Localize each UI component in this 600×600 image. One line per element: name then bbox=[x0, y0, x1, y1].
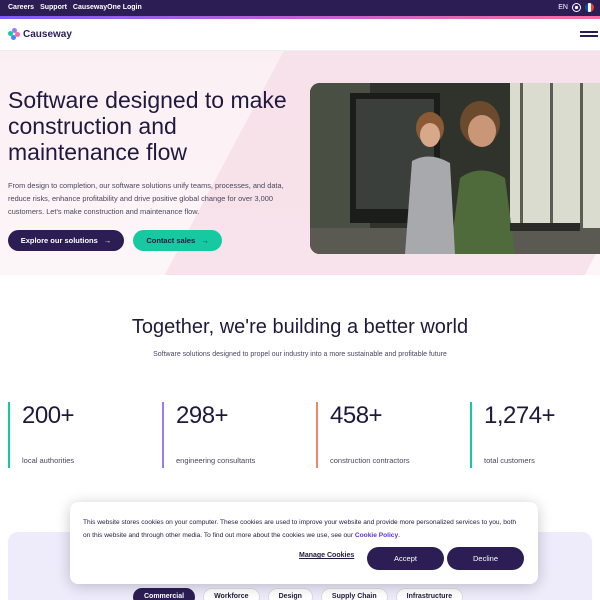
stat-label: local authorities bbox=[22, 456, 75, 465]
support-link[interactable]: Support bbox=[40, 4, 67, 11]
causewayone-login-link[interactable]: CausewayOne Login bbox=[73, 4, 142, 11]
cookie-period: . bbox=[398, 532, 400, 539]
stat-value: 200+ bbox=[22, 402, 75, 429]
contact-sales-label: Contact sales bbox=[146, 236, 196, 245]
stat-engineering-consultants: 298+ engineering consultants bbox=[162, 400, 312, 470]
stat-accent-bar bbox=[162, 402, 164, 468]
tab-workforce[interactable]: Workforce bbox=[203, 588, 260, 600]
logo-text: Causeway bbox=[23, 28, 72, 40]
main-navbar: Causeway bbox=[0, 19, 600, 51]
hero-section: Software designed to make construction a… bbox=[0, 51, 600, 275]
cookie-banner: This website stores cookies on your comp… bbox=[70, 502, 538, 584]
causeway-logo[interactable]: Causeway bbox=[8, 28, 72, 40]
cookie-text-block: This website stores cookies on your comp… bbox=[83, 516, 523, 542]
stat-label: engineering consultants bbox=[176, 456, 256, 465]
decline-cookies-button[interactable]: Decline bbox=[447, 547, 524, 570]
hamburger-menu-icon[interactable] bbox=[580, 31, 598, 39]
hero-description: From design to completion, our software … bbox=[8, 181, 284, 216]
contact-sales-button[interactable]: Contact sales → bbox=[133, 230, 222, 251]
language-code[interactable]: EN bbox=[558, 4, 568, 11]
stat-total-customers: 1,274+ total customers bbox=[470, 400, 600, 470]
stat-accent-bar bbox=[316, 402, 318, 468]
stat-value: 298+ bbox=[176, 402, 229, 429]
stat-value: 458+ bbox=[330, 402, 383, 429]
language-switcher: EN bbox=[558, 3, 594, 12]
tab-design[interactable]: Design bbox=[267, 588, 313, 600]
tab-supply-chain[interactable]: Supply Chain bbox=[320, 588, 388, 600]
arrow-right-icon: → bbox=[201, 236, 209, 245]
tab-infrastructure[interactable]: Infrastructure bbox=[395, 588, 464, 600]
causeway-logo-icon bbox=[8, 28, 20, 40]
uk-flag-icon[interactable] bbox=[572, 3, 581, 12]
accept-cookies-button[interactable]: Accept bbox=[367, 547, 444, 570]
hero-image bbox=[310, 83, 600, 254]
cookie-policy-link[interactable]: Cookie Policy bbox=[355, 532, 398, 539]
mission-subtitle: Software solutions designed to propel ou… bbox=[153, 351, 447, 358]
stat-value: 1,274+ bbox=[484, 402, 556, 429]
cookie-message: This website stores cookies on your comp… bbox=[83, 519, 517, 539]
stats-row: 200+ local authorities 298+ engineering … bbox=[8, 400, 568, 470]
explore-solutions-label: Explore our solutions bbox=[20, 236, 98, 245]
france-flag-icon[interactable] bbox=[585, 3, 594, 12]
stat-accent-bar bbox=[470, 402, 472, 468]
stat-local-authorities: 200+ local authorities bbox=[8, 400, 158, 470]
mission-title: Together, we're building a better world bbox=[131, 316, 469, 338]
mission-section: Together, we're building a better world … bbox=[0, 316, 600, 358]
stat-label: construction contractors bbox=[330, 456, 410, 465]
stat-construction-contractors: 458+ construction contractors bbox=[316, 400, 466, 470]
arrow-right-icon: → bbox=[103, 236, 112, 245]
solution-tabs: Commercial Workforce Design Supply Chain… bbox=[133, 588, 464, 600]
hero-title: Software designed to make construction a… bbox=[8, 87, 287, 165]
explore-solutions-button[interactable]: Explore our solutions → bbox=[8, 230, 124, 251]
stat-label: total customers bbox=[484, 456, 535, 465]
manage-cookies-button[interactable]: Manage Cookies bbox=[299, 552, 354, 559]
stat-accent-bar bbox=[8, 402, 10, 468]
tab-commercial[interactable]: Commercial bbox=[133, 588, 196, 600]
careers-link[interactable]: Careers bbox=[8, 4, 34, 11]
top-utility-bar: Careers Support CausewayOne Login EN bbox=[0, 0, 600, 16]
utility-links: Careers Support CausewayOne Login bbox=[8, 4, 142, 11]
